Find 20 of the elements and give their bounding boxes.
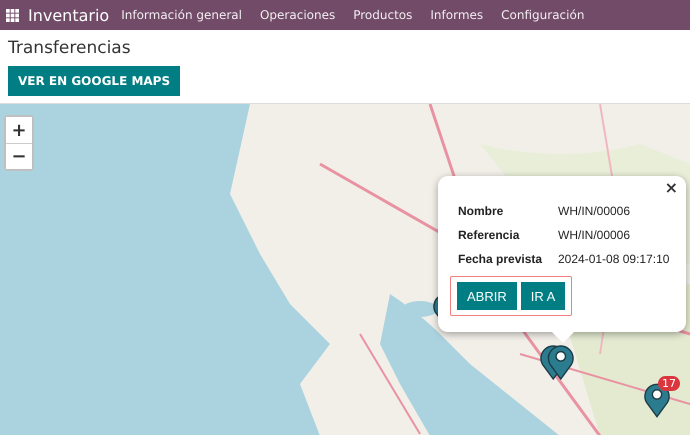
- zoom-out-button[interactable]: −: [6, 143, 32, 169]
- menu-item[interactable]: Informes: [430, 8, 484, 22]
- field-value: 2024-01-08 09:17:10: [558, 252, 670, 266]
- popup-button[interactable]: ABRIR: [457, 282, 517, 310]
- app-name[interactable]: Inventario: [28, 6, 110, 24]
- field-value: WH/IN/00006: [558, 228, 632, 242]
- field-label: Fecha prevista: [458, 252, 544, 266]
- popup-button[interactable]: IR A: [520, 282, 566, 310]
- menu-item[interactable]: Operaciones: [260, 8, 336, 22]
- apps-menu-icon[interactable]: [6, 8, 19, 22]
- page-title: Transferencias: [8, 38, 131, 58]
- menu-item[interactable]: Configuración: [501, 8, 584, 22]
- close-button[interactable]: ×: [662, 178, 681, 197]
- menu-item[interactable]: Productos: [353, 8, 412, 22]
- google-maps-button[interactable]: VER EN GOOGLE MAPS: [8, 66, 180, 96]
- map-pins-icon[interactable]: [540, 344, 574, 380]
- menu-item[interactable]: Información general: [121, 8, 242, 22]
- field-label: Nombre: [458, 204, 504, 218]
- field-label: Referencia: [458, 228, 520, 242]
- field-value: WH/IN/00006: [558, 204, 632, 218]
